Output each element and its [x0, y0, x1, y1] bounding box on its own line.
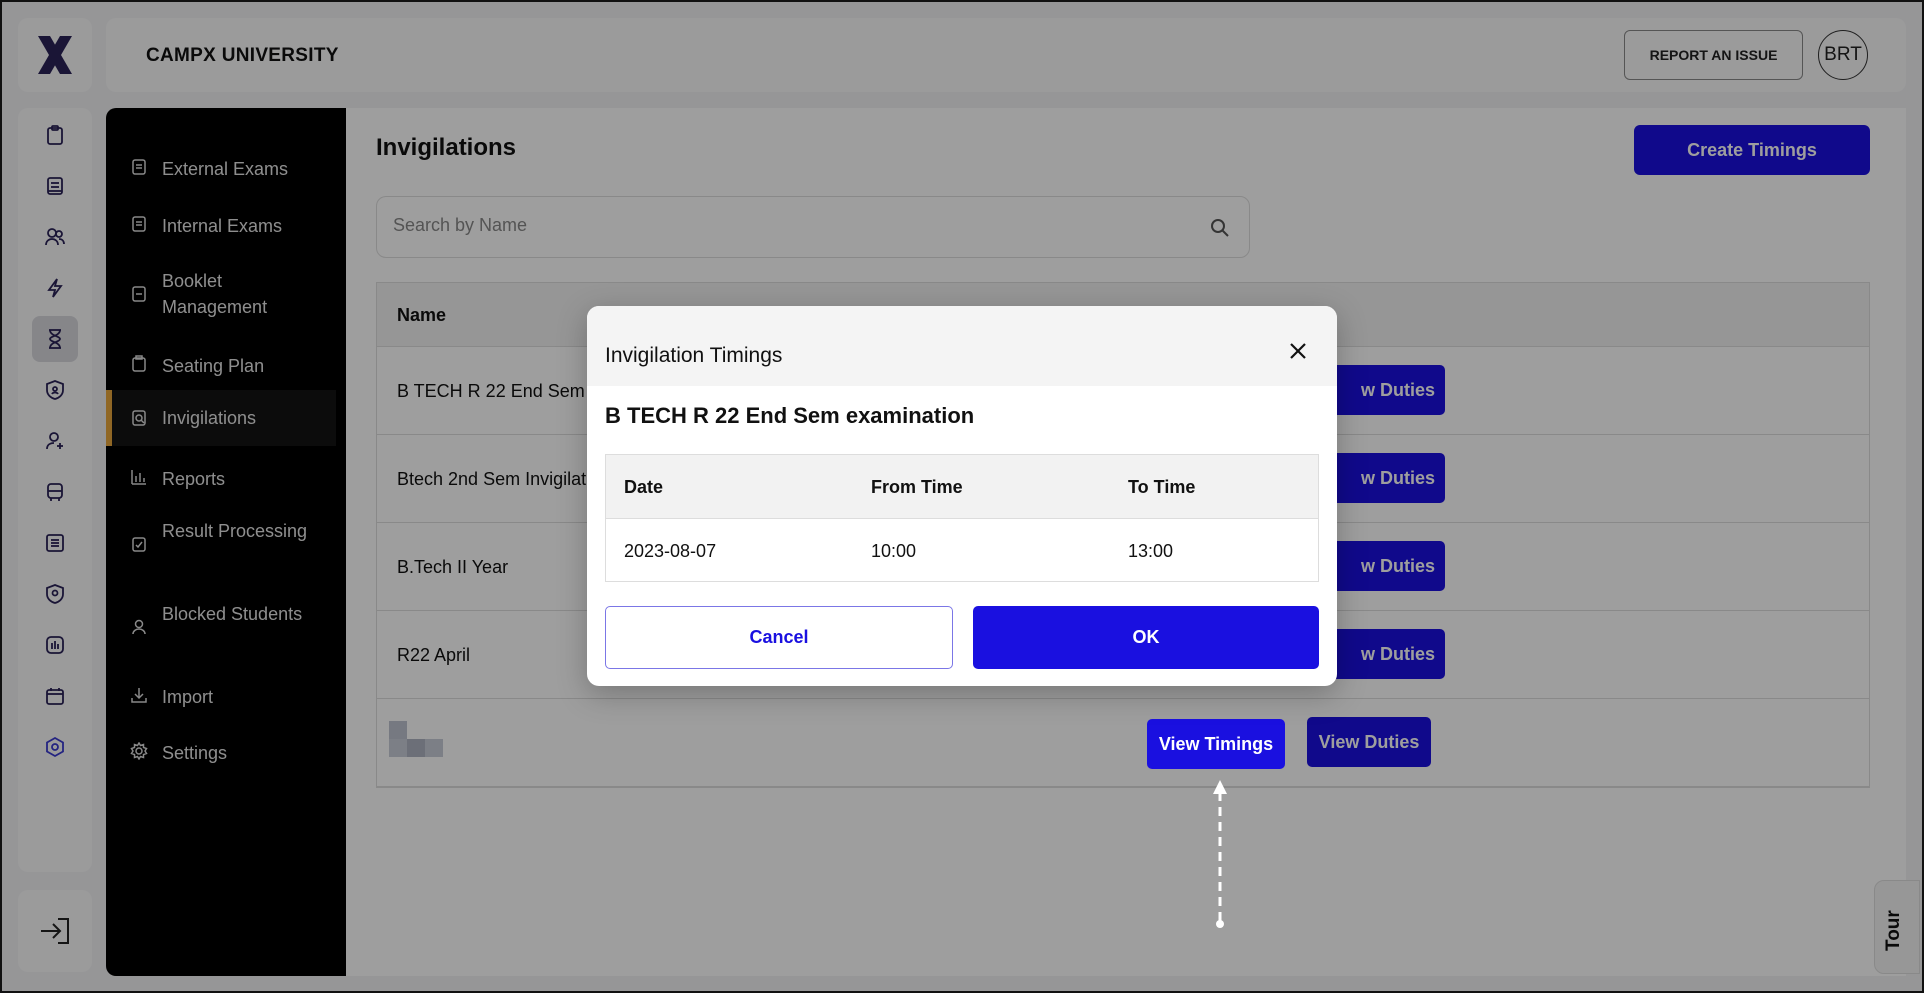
timings-table-header: Date From Time To Time: [606, 455, 1318, 519]
column-header-from-time: From Time: [871, 477, 963, 497]
timing-to: 13:00: [1128, 541, 1174, 561]
modal-header: Invigilation Timings: [587, 306, 1337, 386]
close-icon: [1290, 343, 1306, 359]
close-button[interactable]: [1287, 340, 1309, 362]
ok-button[interactable]: OK: [973, 606, 1319, 669]
invigilation-timings-modal: Invigilation Timings B TECH R 22 End Sem…: [587, 306, 1337, 686]
column-header-to-time: To Time: [1128, 477, 1196, 497]
pointer-arrow-icon: [1213, 780, 1227, 928]
modal-title: Invigilation Timings: [605, 344, 783, 367]
timing-date: 2023-08-07: [624, 541, 717, 561]
column-header-date: Date: [624, 477, 664, 497]
timing-from: 10:00: [871, 541, 917, 561]
exam-name: B TECH R 22 End Sem examination: [605, 403, 975, 428]
cancel-button[interactable]: Cancel: [605, 606, 953, 669]
timings-table: Date From Time To Time 2023-08-07 10:00 …: [605, 454, 1319, 582]
view-timings-button[interactable]: View Timings: [1147, 719, 1285, 769]
